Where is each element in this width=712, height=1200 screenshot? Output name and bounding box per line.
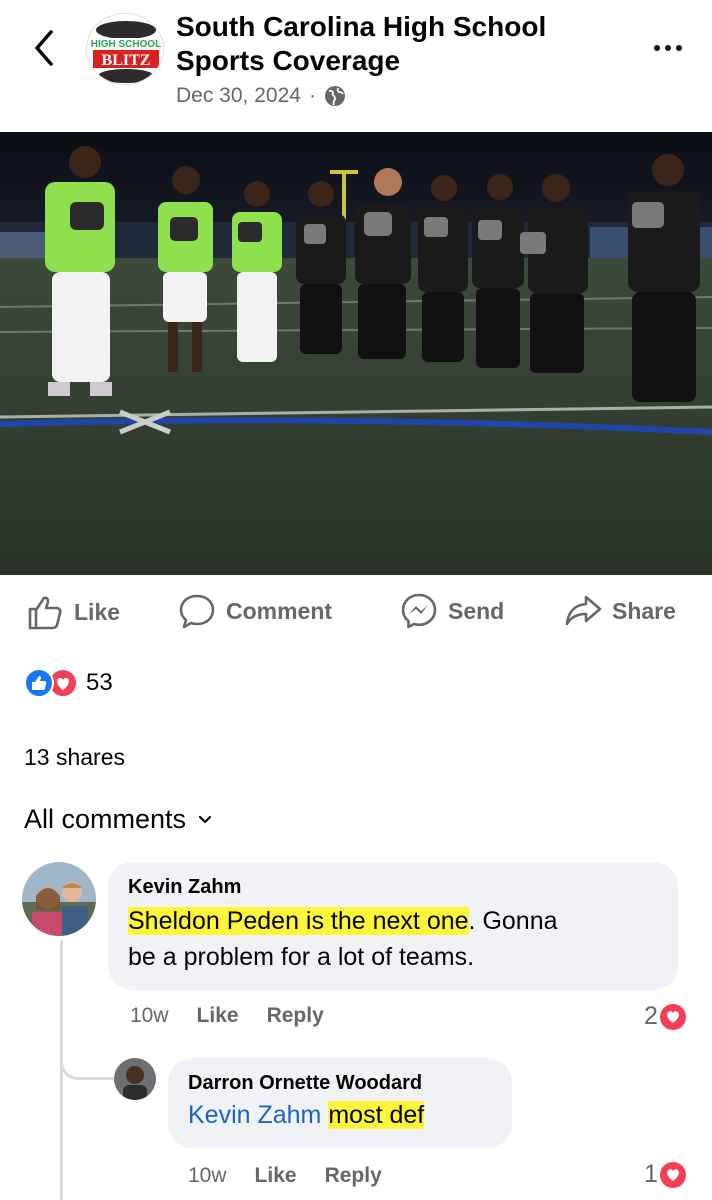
mention-link[interactable]: Kevin Zahm [188,1101,321,1129]
comment-like-button[interactable]: Like [255,1164,297,1188]
comment-author[interactable]: Kevin Zahm [128,876,658,899]
meta-separator: · [308,84,316,107]
comment-reaction-number: 1 [644,1160,658,1188]
avatar[interactable] [114,1058,156,1100]
globe-icon [324,86,345,106]
messenger-icon [401,593,437,629]
comment-author[interactable]: Darron Ornette Woodard [188,1072,492,1095]
comment-reply-button[interactable]: Reply [325,1164,382,1188]
comment-like-button[interactable]: Like [197,1004,239,1028]
comment-time[interactable]: 10w [130,1004,169,1028]
comment-time[interactable]: 10w [188,1164,227,1188]
share-count[interactable]: 13 shares [24,744,125,771]
chevron-down-icon [198,815,212,823]
reaction-summary[interactable]: 53 [24,668,113,698]
highlighted-text: most def [328,1101,425,1129]
more-options-button[interactable] [646,36,690,60]
post-date[interactable]: Dec 30, 2024 [176,84,301,108]
reaction-count: 53 [86,669,113,696]
highlighted-text: Sheldon Peden is the next one [128,907,469,935]
comment-text-rest: . Gonna [468,907,558,935]
chevron-left-icon [35,30,53,66]
page-avatar[interactable]: HIGH SCHOOL BLITZ [86,13,164,85]
like-button[interactable]: Like [24,592,120,632]
comment-actions: 10w Like Reply [130,1004,324,1028]
heart-icon [659,1161,686,1188]
comment-reaction-number: 2 [644,1002,658,1030]
comment-text-line2: be a problem for a lot of teams. [128,943,475,971]
comment-text: Sheldon Peden is the next one. Gonna be … [128,903,658,975]
comment-bubble[interactable]: Darron Ornette Woodard Kevin Zahm most d… [168,1058,512,1148]
page-name[interactable]: South Carolina High School Sports Covera… [176,10,616,78]
logo-text-bottom: BLITZ [102,52,151,69]
heart-icon [659,1003,686,1030]
comment-text: Kevin Zahm most def [188,1097,492,1133]
comment-reaction-count[interactable]: 2 [644,1002,686,1031]
send-button[interactable]: Send [400,592,504,630]
back-button[interactable] [24,24,64,72]
comment-sort-label: All comments [24,804,187,834]
share-arrow-icon [565,595,602,626]
comment-label: Comment [226,597,333,624]
comment-reaction-count[interactable]: 1 [644,1160,686,1189]
logo-text-top: HIGH SCHOOL [91,39,162,50]
post-meta: Dec 30, 2024 · [176,84,346,108]
comment-actions: 10w Like Reply [188,1164,382,1188]
like-reaction-icon [24,668,54,698]
avatar[interactable] [22,862,96,936]
post-action-bar: Like Comment Send Share [0,580,712,642]
dot-icon [676,45,682,51]
thumbs-up-icon [28,596,62,630]
comment-bubble[interactable]: Kevin Zahm Sheldon Peden is the next one… [108,862,678,990]
share-label: Share [612,597,676,624]
send-label: Send [448,597,505,624]
comment-reply-button[interactable]: Reply [267,1004,324,1028]
comment-button[interactable]: Comment [178,592,332,630]
post-photo[interactable] [0,132,712,575]
dot-icon [665,45,671,51]
like-label: Like [74,598,121,625]
post-header: HIGH SCHOOL BLITZ South Carolina High Sc… [0,0,712,132]
comment-icon [179,594,215,629]
share-button[interactable]: Share [564,592,676,630]
dot-icon [654,45,660,51]
reply-connector [60,1040,115,1080]
comment-sort-dropdown[interactable]: All comments [24,804,212,835]
